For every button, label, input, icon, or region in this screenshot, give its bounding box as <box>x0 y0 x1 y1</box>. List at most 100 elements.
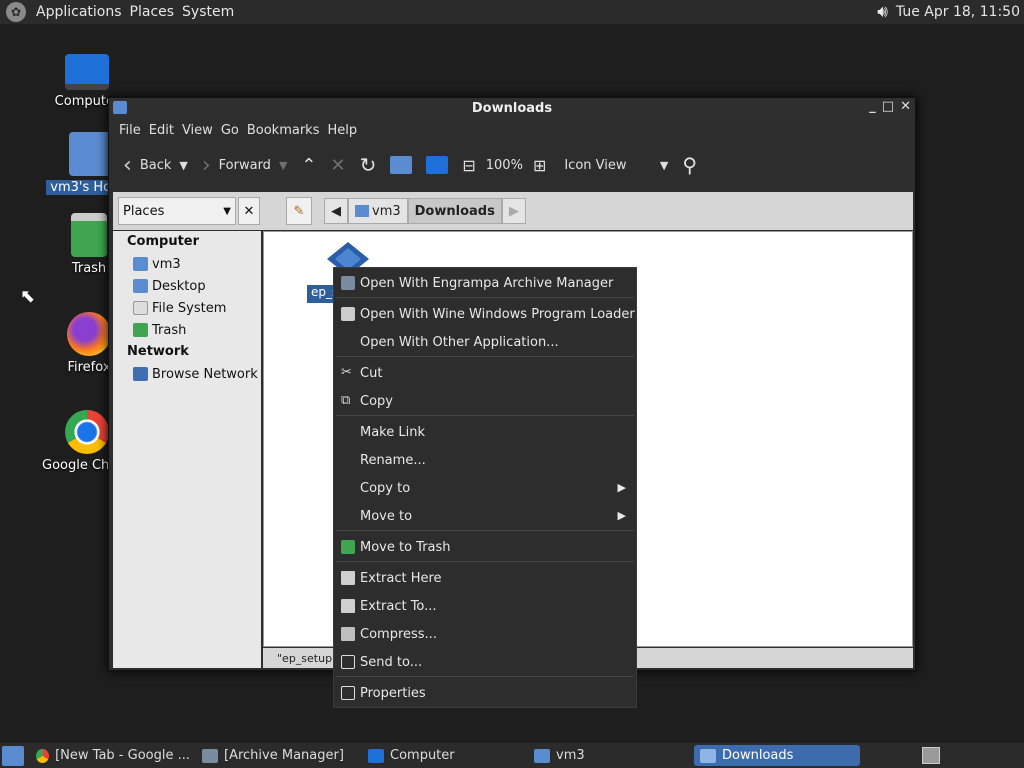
distro-logo-icon[interactable]: ✿ <box>6 2 26 22</box>
menu-item-extract-to[interactable]: Extract To... <box>334 592 636 620</box>
sidebar-item-browse-network[interactable]: Browse Network <box>113 363 261 385</box>
menu-item-move-to-trash[interactable]: Move to Trash <box>334 533 636 561</box>
archive-manager-icon <box>341 276 355 290</box>
task-vm3[interactable]: vm3 <box>528 745 694 766</box>
chevron-right-icon: › <box>201 152 211 178</box>
chevron-left-icon: ‹ <box>123 152 132 178</box>
menu-help[interactable]: Help <box>323 123 361 138</box>
properties-icon <box>341 686 355 700</box>
menu-file[interactable]: File <box>115 123 145 138</box>
firefox-icon <box>67 312 111 356</box>
menu-item-make-link[interactable]: Make Link <box>334 418 636 446</box>
menu-view[interactable]: View <box>178 123 217 138</box>
computer-button[interactable] <box>422 156 452 174</box>
toggle-location-entry-button[interactable]: ✎ <box>286 197 312 225</box>
task-archive-manager[interactable]: [Archive Manager] <box>196 745 362 766</box>
desktop-folder-icon <box>133 279 148 293</box>
sidebar-item-desktop[interactable]: Desktop <box>113 275 261 297</box>
home-folder-icon <box>69 132 113 176</box>
archive-manager-icon <box>202 748 218 763</box>
up-button[interactable]: ⌃ <box>297 155 320 176</box>
menu-item-cut[interactable]: ✂ Cut <box>334 359 636 387</box>
sidebar-item-trash[interactable]: Trash <box>113 319 261 341</box>
show-desktop-button[interactable] <box>2 745 24 766</box>
monitor-icon <box>65 54 109 90</box>
context-menu: Open With Engrampa Archive Manager Open … <box>333 267 637 708</box>
stop-button[interactable]: ✕ <box>327 155 350 176</box>
chrome-icon <box>36 748 50 763</box>
scissors-icon: ✂ <box>341 365 352 380</box>
trash-icon <box>341 540 355 554</box>
menu-item-open-with-other[interactable]: Open With Other Application... <box>334 328 636 356</box>
folder-icon <box>113 101 127 114</box>
menu-bookmarks[interactable]: Bookmarks <box>243 123 324 138</box>
top-panel: ✿ Applications Places System 🔊︎ Tue Apr … <box>0 0 1024 24</box>
submenu-arrow-icon: ▶ <box>617 481 626 494</box>
task-computer[interactable]: Computer <box>362 745 528 766</box>
zoom-in-button[interactable]: ⊞ <box>529 156 550 175</box>
trash-icon <box>71 213 107 257</box>
menu-item-copy[interactable]: ⧉ Copy <box>334 387 636 415</box>
window-titlebar[interactable]: Downloads _ □ ✕ <box>109 98 915 118</box>
chrome-icon <box>65 410 109 454</box>
breadcrumb: ◀ vm3 Downloads ▶ <box>324 198 526 224</box>
menu-item-properties[interactable]: Properties <box>334 679 636 707</box>
system-menu[interactable]: System <box>178 4 238 20</box>
send-icon <box>341 655 355 669</box>
menu-item-move-to[interactable]: Move to ▶ <box>334 502 636 530</box>
menu-item-rename[interactable]: Rename... <box>334 446 636 474</box>
menu-item-send-to[interactable]: Send to... <box>334 648 636 676</box>
breadcrumb-forward-button[interactable]: ▶ <box>501 198 526 224</box>
sidebar-item-file-system[interactable]: File System <box>113 297 261 319</box>
home-folder-icon <box>390 156 413 174</box>
forward-button[interactable]: › Forward ▼ <box>198 153 292 178</box>
reload-button[interactable]: ↻ <box>356 153 381 177</box>
menu-item-compress[interactable]: Compress... <box>334 620 636 648</box>
home-folder-icon <box>133 257 148 271</box>
breadcrumb-downloads[interactable]: Downloads <box>407 198 502 224</box>
folder-icon <box>700 748 716 763</box>
menu-item-open-with-engrampa[interactable]: Open With Engrampa Archive Manager <box>334 269 636 297</box>
sidebar-item-vm3[interactable]: vm3 <box>113 253 261 275</box>
menubar: File Edit View Go Bookmarks Help <box>109 118 915 142</box>
wine-icon <box>341 307 355 321</box>
task-downloads[interactable]: Downloads <box>694 745 860 766</box>
zoom-out-button[interactable]: ⊟ <box>458 156 479 175</box>
menu-go[interactable]: Go <box>217 123 243 138</box>
drive-icon <box>133 301 148 315</box>
caret-down-icon[interactable]: ▼ <box>179 159 187 172</box>
pencil-icon: ✎ <box>293 203 305 219</box>
close-sidebar-button[interactable]: ✕ <box>238 197 260 225</box>
menu-edit[interactable]: Edit <box>145 123 178 138</box>
view-select[interactable]: Icon View ▼ <box>560 158 672 173</box>
network-icon <box>133 367 148 381</box>
back-button[interactable]: ‹ Back ▼ <box>119 153 192 178</box>
menu-item-copy-to[interactable]: Copy to ▶ <box>334 474 636 502</box>
volume-icon[interactable]: 🔊︎ <box>877 2 888 22</box>
sidebar-heading-network: Network <box>127 344 189 359</box>
home-button[interactable] <box>386 156 416 174</box>
workspace-switcher[interactable] <box>922 747 940 764</box>
breadcrumb-back-button[interactable]: ◀ <box>324 198 348 224</box>
places-menu[interactable]: Places <box>126 4 179 20</box>
caret-down-icon: ▼ <box>659 158 669 172</box>
submenu-arrow-icon: ▶ <box>617 509 626 522</box>
sidebar: Computer vm3 Desktop File System Trash N… <box>113 231 261 668</box>
task-chrome[interactable]: [New Tab - Google ... <box>30 745 196 766</box>
menu-item-open-with-wine[interactable]: Open With Wine Windows Program Loader <box>334 300 636 328</box>
clock[interactable]: Tue Apr 18, 11:50 <box>896 4 1020 20</box>
search-button[interactable]: ⚲ <box>678 153 701 177</box>
taskbar: [New Tab - Google ... [Archive Manager] … <box>0 743 1024 768</box>
maximize-button[interactable]: □ <box>882 99 894 114</box>
archive-icon <box>341 599 355 613</box>
monitor-icon <box>426 156 449 174</box>
sidebar-heading-computer: Computer <box>127 234 200 249</box>
menu-item-extract-here[interactable]: Extract Here <box>334 564 636 592</box>
sidebar-pane-select[interactable]: Places ▼ <box>118 197 236 225</box>
close-button[interactable]: ✕ <box>900 99 911 114</box>
applications-menu[interactable]: Applications <box>32 4 126 20</box>
breadcrumb-vm3[interactable]: vm3 <box>348 198 408 224</box>
caret-down-icon[interactable]: ▼ <box>279 159 287 172</box>
monitor-icon <box>368 748 384 763</box>
minimize-button[interactable]: _ <box>869 99 876 114</box>
